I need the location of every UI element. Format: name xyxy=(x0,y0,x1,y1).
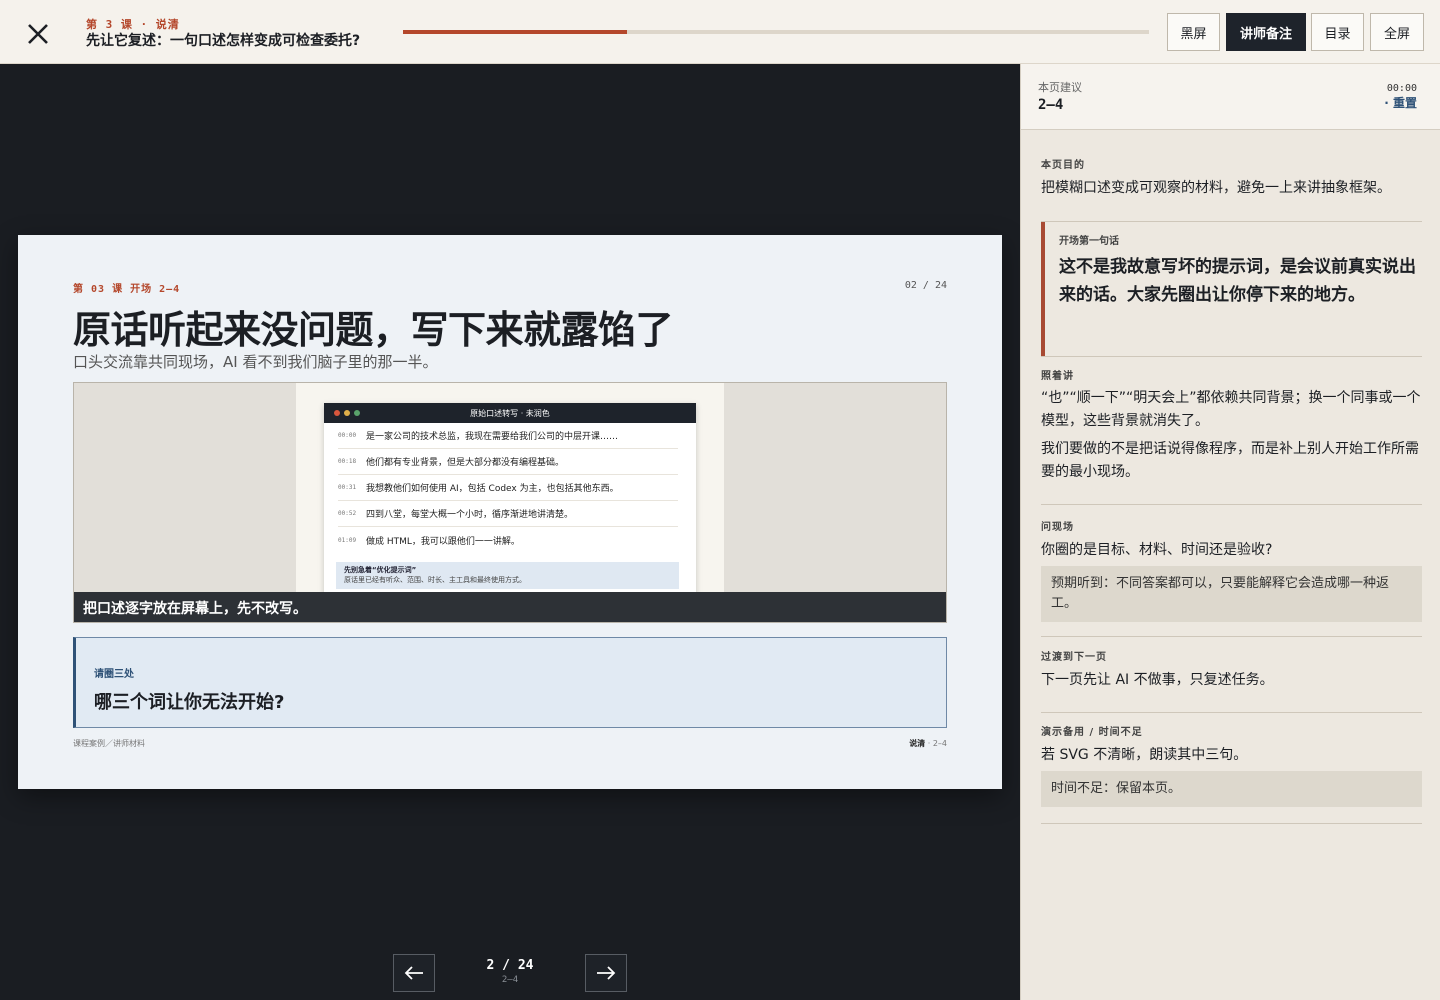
purpose-section: 本页目的 把模糊口述变成可观察的材料，避免一上来讲抽象框架。 xyxy=(1041,156,1422,200)
follow-text-2: 我们要做的不是把话说得像程序，而是补上别人开始工作所需要的最小现场。 xyxy=(1041,441,1419,480)
arrow-left-icon xyxy=(404,966,423,980)
slide-footer-source: 课程案例／讲师材料 xyxy=(73,739,145,748)
slide: 第 03 课 开场 2–4 02 / 24 原话听起来没问题，写下来就露馅了 口… xyxy=(18,235,1002,789)
ask-section: 问现场 你圈的是目标、材料、时间还是验收? xyxy=(1041,518,1422,562)
transcript-time: 01:09 xyxy=(338,536,357,544)
slide-footer-section: 说清 · 2–4 xyxy=(909,738,947,749)
figure-caption: 把口述逐字放在屏幕上，先不改写。 xyxy=(74,592,946,622)
opening-text: 这不是我故意写坏的提示词，是会议前真实说出来的话。大家先圈出让你停下来的地方。 xyxy=(1059,257,1416,305)
transcript-time: 00:31 xyxy=(338,484,357,491)
transcript-text: 四到八堂，每堂大概一个小时，循序渐进地讲清楚。 xyxy=(366,510,574,520)
transcript-time: 00:18 xyxy=(338,458,357,465)
backup-section: 演示备用 / 时间不足 若 SVG 不清晰，朗读其中三句。 xyxy=(1041,723,1422,767)
slide-stage: 第 03 课 开场 2–4 02 / 24 原话听起来没问题，写下来就露馅了 口… xyxy=(0,64,1020,1000)
transcript-time: 00:00 xyxy=(338,432,357,439)
timer-reset-button[interactable]: · 重置 xyxy=(1384,94,1417,111)
speaker-notes-panel: 本页建议 2–4 00:00 · 重置 本页目的 把模糊口述变成可观察的材料，避… xyxy=(1020,64,1440,1000)
lesson-progress-bar xyxy=(403,30,1149,34)
opening-label: 开场第一句话 xyxy=(1059,236,1119,247)
transcript-row: 00:52 四到八堂，每堂大概一个小时，循序渐进地讲清楚。 xyxy=(338,501,678,527)
window-dot-red xyxy=(334,410,340,416)
transition-text: 下一页先让 AI 不做事，只复述任务。 xyxy=(1041,672,1274,688)
close-icon xyxy=(28,24,48,44)
transcript-text: 我想教他们如何使用 AI，包括 Codex 为主，也包括其他东西。 xyxy=(366,484,619,494)
prompt-box: 请圈三处 哪三个词让你无法开始? xyxy=(73,637,947,728)
toc-button[interactable]: 目录 xyxy=(1311,13,1364,51)
backup-note: 时间不足：保留本页。 xyxy=(1041,771,1422,807)
purpose-text: 把模糊口述变成可观察的材料，避免一上来讲抽象框架。 xyxy=(1041,180,1391,196)
prompt-kicker: 请圈三处 xyxy=(94,669,134,680)
blackscreen-button[interactable]: 黑屏 xyxy=(1167,13,1220,51)
prev-slide-button[interactable] xyxy=(393,954,435,992)
ask-expected-answer: 预期听到：不同答案都可以，只要能解释它会造成哪一种返工。 xyxy=(1041,566,1422,622)
divider xyxy=(1041,636,1422,637)
transcript-text: 做成 HTML，我可以跟他们一一讲解。 xyxy=(366,536,520,547)
slide-title: 原话听起来没问题，写下来就露馅了 xyxy=(73,308,674,352)
window-dots xyxy=(334,410,360,416)
suggest-label: 本页建议 xyxy=(1038,81,1082,94)
window-dot-green xyxy=(354,410,360,416)
timer: 00:00 xyxy=(1386,83,1417,94)
backup-label: 演示备用 / 时间不足 xyxy=(1041,727,1143,738)
transition-section: 过渡到下一页 下一页先让 AI 不做事，只复述任务。 xyxy=(1041,648,1422,692)
transcript-title-bar: 原始口述转写 · 未润色 xyxy=(324,403,696,423)
follow-section: 照着讲 “也”“顺一下”“明天会上”都依赖共同背景；换一个同事或一个模型，这些背… xyxy=(1041,367,1422,484)
transcript-row: 00:18 他们都有专业背景，但是大部分都没有编程基础。 xyxy=(338,449,678,475)
transcript-note-title: 先别急着“优化提示词” xyxy=(344,566,417,574)
divider xyxy=(1041,356,1422,357)
slide-pager: 2 / 24 2–4 xyxy=(440,958,580,985)
transition-label: 过渡到下一页 xyxy=(1041,652,1107,663)
top-bar: 第 3 课 · 说清 先让它复述：一句口述怎样变成可检查委托? 黑屏 讲师备注 … xyxy=(0,0,1440,64)
figure-background: 原始口述转写 · 未润色 00:00 是一家公司的技术总监，我现在需要给我们公司… xyxy=(296,383,724,603)
slide-footer-section-name: 说清 xyxy=(909,739,926,748)
transcript-figure: 原始口述转写 · 未润色 00:00 是一家公司的技术总监，我现在需要给我们公司… xyxy=(73,382,947,623)
slide-kicker: 第 03 课 开场 2–4 xyxy=(73,284,181,295)
pager-range: 2–4 xyxy=(501,975,519,985)
ask-text: 你圈的是目标、材料、时间还是验收? xyxy=(1041,542,1273,558)
transcript-row: 00:31 我想教他们如何使用 AI，包括 Codex 为主，也包括其他东西。 xyxy=(338,475,678,501)
transcript-note: 先别急着“优化提示词” 原话里已经有听众、范围、时长、主工具和最终使用方式。 xyxy=(336,562,679,589)
divider xyxy=(1041,504,1422,505)
transcript-text: 他们都有专业背景，但是大部分都没有编程基础。 xyxy=(366,458,565,468)
backup-text: 若 SVG 不清晰，朗读其中三句。 xyxy=(1041,747,1248,763)
lesson-progress-fill xyxy=(403,30,627,34)
speaker-notes-button[interactable]: 讲师备注 xyxy=(1226,13,1306,51)
transcript-time: 00:52 xyxy=(338,510,357,517)
window-dot-yellow xyxy=(344,410,350,416)
close-button[interactable] xyxy=(22,18,54,50)
notes-header: 本页建议 2–4 00:00 · 重置 xyxy=(1021,64,1440,130)
slide-page-number: 02 / 24 xyxy=(904,280,947,291)
purpose-label: 本页目的 xyxy=(1041,160,1085,171)
slide-subtitle: 口头交流靠共同现场，AI 看不到我们脑子里的那一半。 xyxy=(73,353,438,371)
fullscreen-button[interactable]: 全屏 xyxy=(1370,13,1424,51)
divider xyxy=(1041,823,1422,824)
transcript-row: 01:09 做成 HTML，我可以跟他们一一讲解。 xyxy=(338,527,678,553)
transcript-window-title: 原始口述转写 · 未润色 xyxy=(470,408,550,418)
arrow-right-icon xyxy=(597,966,616,980)
pager-current: 2 / 24 xyxy=(486,958,534,973)
transcript-text: 是一家公司的技术总监，我现在需要给我们公司的中层开课…… xyxy=(366,432,619,442)
transcript-window: 原始口述转写 · 未润色 00:00 是一家公司的技术总监，我现在需要给我们公司… xyxy=(324,403,696,603)
lesson-title: 先让它复述：一句口述怎样变成可检查委托? xyxy=(86,33,361,49)
suggest-value: 2–4 xyxy=(1038,97,1064,113)
transcript-row: 00:00 是一家公司的技术总监，我现在需要给我们公司的中层开课…… xyxy=(338,423,678,449)
transcript-note-text: 原话里已经有听众、范围、时长、主工具和最终使用方式。 xyxy=(344,576,526,584)
follow-label: 照着讲 xyxy=(1041,371,1074,382)
prompt-question: 哪三个词让你无法开始? xyxy=(94,692,285,713)
follow-text-1: “也”“顺一下”“明天会上”都依赖共同背景；换一个同事或一个模型，这些背景就消失… xyxy=(1041,390,1421,429)
next-slide-button[interactable] xyxy=(585,954,627,992)
ask-label: 问现场 xyxy=(1041,522,1074,533)
slide-footer-section-range: · 2–4 xyxy=(925,739,947,748)
divider xyxy=(1041,712,1422,713)
opening-quote: 开场第一句话 这不是我故意写坏的提示词，是会议前真实说出来的话。大家先圈出让你停… xyxy=(1041,222,1422,357)
